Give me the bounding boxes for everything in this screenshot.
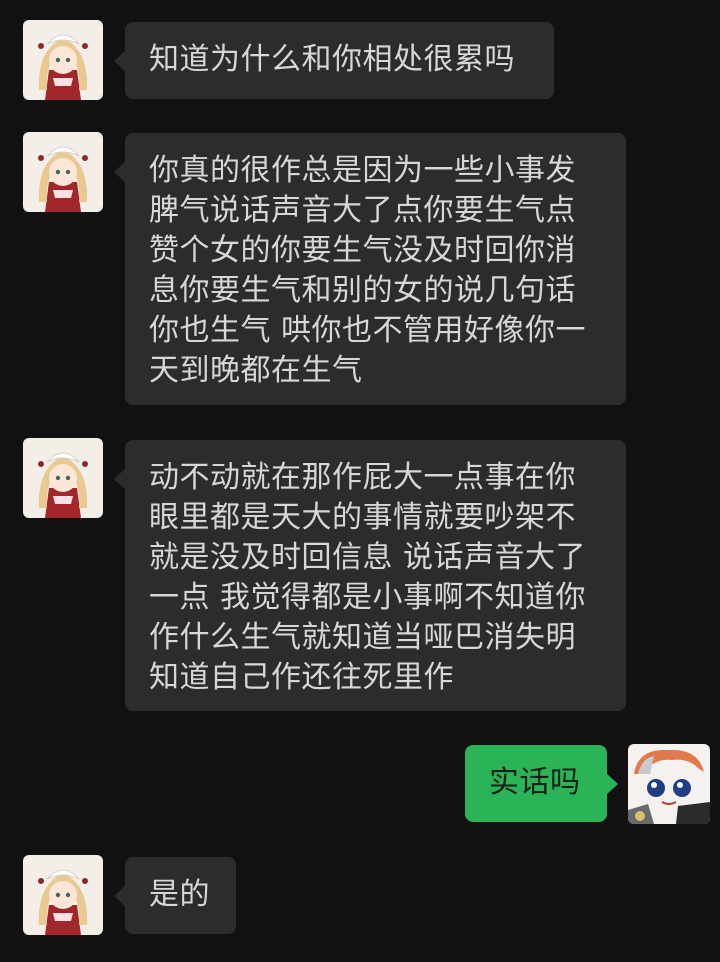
contact-avatar[interactable] [23, 132, 103, 212]
message-text-line: 一点 我觉得都是小事啊不知道你 [149, 580, 587, 615]
message-bubble[interactable]: 你真的很作总是因为一些小事发 脾气说话声音大了点你要生气点 赞个女的你要生气没及… [114, 133, 626, 405]
anime-girl-avatar-icon [23, 855, 103, 935]
message-text-line: 动不动就在那作屁大一点事在你 [149, 460, 576, 495]
message-text: 实话吗 [489, 765, 581, 800]
message-text-line: 知道自己作还往死里作 [149, 660, 454, 695]
message-text-line: 息你要生气和别的女的说几句话 [149, 273, 576, 308]
message-bubble[interactable]: 动不动就在那作屁大一点事在你 眼里都是天大的事情就要吵架不 就是没及时回信息 说… [114, 440, 626, 711]
message-text-line: 就是没及时回信息 说话声音大了 [149, 540, 587, 575]
message-text-line: 天到晚都在生气 [149, 353, 363, 388]
anime-girl-avatar-icon [23, 132, 103, 212]
message-bubble[interactable]: 知道为什么和你相处很累吗 [114, 22, 554, 99]
message-text-line: 你真的很作总是因为一些小事发 [149, 153, 576, 188]
contact-avatar[interactable] [23, 855, 103, 935]
anime-girl-avatar-icon [23, 20, 103, 100]
message-text: 是的 [149, 877, 210, 912]
message-text-line: 脾气说话声音大了点你要生气点 [149, 193, 576, 228]
contact-avatar[interactable] [23, 438, 103, 518]
anime-boy-avatar-icon [628, 744, 710, 824]
message-bubble[interactable]: 是的 [114, 857, 236, 934]
message-text-line: 作什么生气就知道当哑巴消失明 [149, 620, 576, 655]
message-bubble-outgoing[interactable]: 实话吗 [465, 745, 618, 822]
message-text-line: 赞个女的你要生气没及时回你消 [149, 233, 576, 268]
anime-girl-avatar-icon [23, 438, 103, 518]
message-text: 知道为什么和你相处很累吗 [149, 42, 515, 77]
message-text-line: 你也生气 哄你也不管用好像你一 [149, 313, 587, 348]
contact-avatar[interactable] [23, 20, 103, 100]
message-text-line: 眼里都是天大的事情就要吵架不 [149, 500, 576, 535]
self-avatar[interactable] [628, 744, 710, 824]
